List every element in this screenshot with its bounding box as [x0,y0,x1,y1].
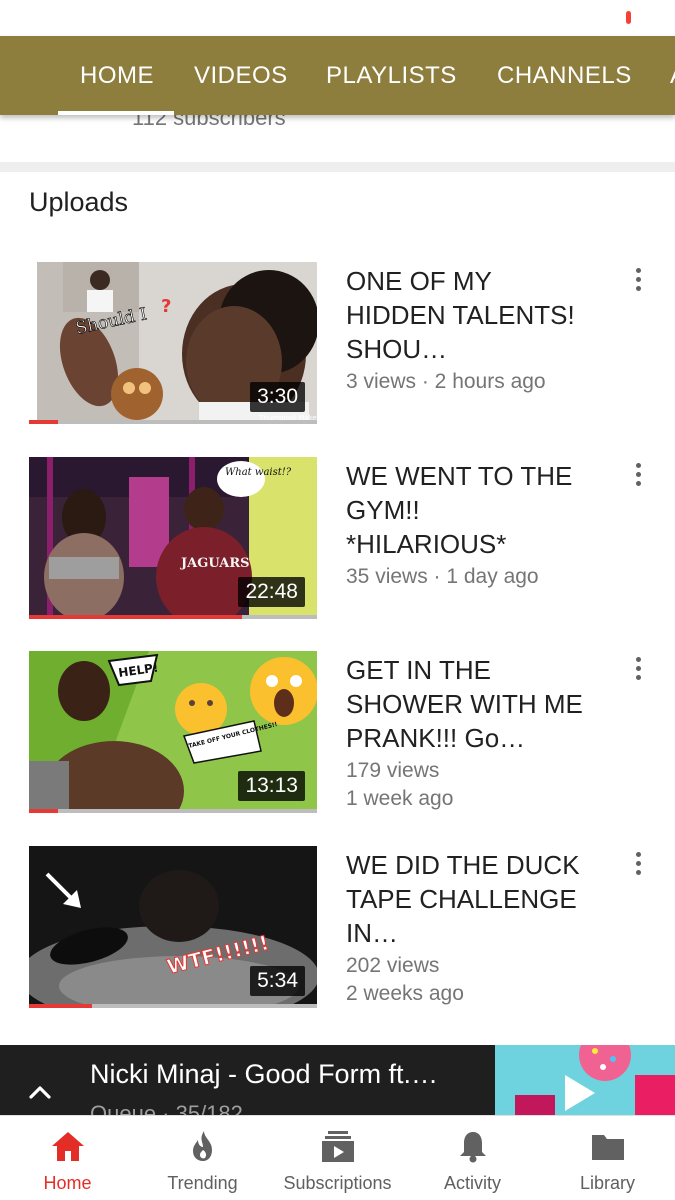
video-title[interactable]: ONE OF MY HIDDEN TALENTS! SHOU… [346,264,586,366]
video-meta: 35 views · 1 day ago [346,565,539,588]
active-tab-indicator [58,111,174,115]
channel-info-peek: 112 subscribers [0,115,675,162]
video-thumbnail[interactable]: JAGUARS What waist!? 22:48 [29,457,317,619]
mini-player[interactable]: Nicki Minaj - Good Form ft.… Queue · 35/… [0,1045,675,1115]
video-title[interactable]: WE DID THE DUCK TAPE CHALLENGE IN… [346,848,586,950]
mini-player-video[interactable] [495,1045,675,1115]
watch-progress-bar [29,1004,317,1008]
video-meta-secondary: 2 weeks ago [346,982,464,1005]
expand-chevron-up-icon[interactable] [26,1079,54,1107]
nav-subscriptions[interactable]: Subscriptions [270,1116,405,1200]
more-options-icon[interactable] [629,461,649,489]
nav-label-trending: Trending [167,1173,238,1193]
video-item[interactable]: HELP! TAKE OFF YOUR CLOTHES!! 13:13 GET … [0,651,675,815]
nav-label-home: Home [43,1173,92,1193]
tab-about[interactable]: A [670,36,675,115]
video-thumbnail[interactable]: WTF!!!!!! 5:34 [29,846,317,1008]
nav-library[interactable]: Library [540,1116,675,1200]
tab-playlists[interactable]: PLAYLISTS [326,36,457,115]
nav-trending[interactable]: Trending [135,1116,270,1200]
video-meta: 202 views [346,954,440,977]
video-meta-secondary: 1 week ago [346,787,454,810]
video-thumbnail[interactable]: HELP! TAKE OFF YOUR CLOTHES!! 13:13 [29,651,317,813]
video-duration-badge: 5:34 [250,966,305,996]
channel-tab-bar: HOME VIDEOS PLAYLISTS CHANNELS A [0,36,675,115]
video-title[interactable]: GET IN THE SHOWER WITH ME PRANK!!! Go… [346,653,586,755]
video-duration-badge: 3:30 [250,382,305,412]
shirt-text: JAGUARS [180,556,250,571]
nav-activity[interactable]: Activity [405,1116,540,1200]
video-item[interactable]: JAGUARS What waist!? 22:48 WE WENT TO TH… [0,457,675,621]
app-screen: HOME VIDEOS PLAYLISTS CHANNELS A 112 sub… [0,0,675,1200]
thumb-caption: What waist!? [225,467,292,478]
video-duration-badge: 22:48 [238,577,305,607]
subscriptions-icon [321,1131,354,1162]
tab-videos[interactable]: VIDEOS [194,36,288,115]
mini-player-queue: Queue · 35/182 [90,1101,243,1115]
video-duration-badge: 13:13 [238,771,305,801]
video-title[interactable]: WE WENT TO THE GYM!! *HILARIOUS* [346,459,586,561]
watch-progress-bar [29,615,317,619]
bottom-navigation: Home Trending Subscriptions Activity Lib… [0,1115,675,1200]
tab-home[interactable]: HOME [80,36,154,115]
more-options-icon[interactable] [629,266,649,294]
section-title-uploads: Uploads [29,187,129,217]
video-item[interactable]: WTF!!!!!! 5:34 WE DID THE DUCK TAPE CHAL… [0,846,675,1010]
video-thumbnail[interactable]: Should I ? Thumbnail Maker 3:30 [29,262,317,424]
video-item[interactable]: Should I ? Thumbnail Maker 3:30 ONE OF M… [0,262,675,426]
video-meta: 179 views [346,759,440,782]
svg-text:?: ? [161,296,171,317]
recording-indicator-icon [626,11,631,24]
mini-player-title[interactable]: Nicki Minaj - Good Form ft.… [90,1059,438,1090]
status-strip [0,0,675,36]
flame-icon [192,1131,212,1161]
section-divider [0,162,675,172]
nav-label-subscriptions: Subscriptions [283,1173,392,1193]
nav-label-activity: Activity [443,1173,501,1193]
video-meta: 3 views · 2 hours ago [346,370,546,393]
watch-progress-bar [29,420,317,424]
more-options-icon[interactable] [629,850,649,878]
more-options-icon[interactable] [629,655,649,683]
bell-icon [459,1132,486,1163]
home-icon [51,1132,84,1161]
tab-channels[interactable]: CHANNELS [497,36,632,115]
nav-label-library: Library [579,1173,636,1193]
nav-home[interactable]: Home [0,1116,135,1200]
folder-icon [591,1135,624,1160]
subscriber-count: 112 subscribers [132,115,286,130]
watch-progress-bar [29,809,317,813]
